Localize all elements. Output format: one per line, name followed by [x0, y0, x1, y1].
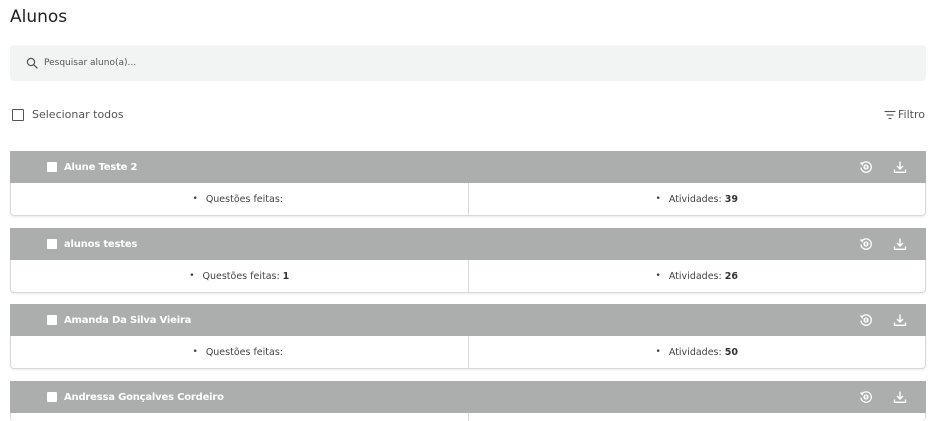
search-input[interactable]: [44, 58, 444, 68]
filter-button[interactable]: Filtro: [884, 108, 925, 121]
activities-label: Atividades:: [668, 270, 722, 282]
student-name: Alune Teste 2: [64, 161, 138, 173]
questions-stat: [11, 413, 468, 421]
questions-label: Questões feitas:: [202, 270, 280, 282]
activities-stat: • Atividades: 26: [467, 260, 926, 292]
activities-value: 39: [724, 193, 738, 205]
activities-value: 26: [724, 270, 738, 282]
student-card: alunos testes • Questões feitas: 1 • Ati…: [10, 228, 926, 293]
student-card-body: [10, 413, 926, 421]
student-card: Andressa Gonçalves Cordeiro: [10, 381, 926, 421]
questions-stat: • Questões feitas: 1: [189, 270, 290, 282]
search-icon: [26, 57, 38, 69]
activities-stat: [467, 413, 926, 421]
download-icon[interactable]: [893, 390, 907, 404]
student-checkbox[interactable]: [47, 239, 57, 249]
activities-stat: • Atividades: 50: [467, 336, 926, 368]
download-icon[interactable]: [893, 237, 907, 251]
student-card-body: • Questões feitas: • Atividades: 50: [10, 336, 926, 369]
student-name: Andressa Gonçalves Cordeiro: [64, 391, 224, 403]
student-card-body: • Questões feitas: 1 • Atividades: 26: [10, 260, 926, 293]
activities-label: Atividades:: [668, 346, 722, 358]
questions-stat: • Questões feitas:: [192, 193, 283, 205]
search-bar[interactable]: [10, 45, 926, 81]
questions-stat: • Questões feitas:: [192, 346, 283, 358]
page-title: Alunos: [10, 7, 68, 27]
student-card-header: Andressa Gonçalves Cordeiro: [10, 381, 926, 413]
activities-stat: • Atividades: 39: [467, 183, 926, 215]
questions-value: 1: [282, 270, 290, 282]
filter-label: Filtro: [898, 108, 925, 121]
student-checkbox[interactable]: [47, 392, 57, 402]
download-icon[interactable]: [893, 313, 907, 327]
questions-label: Questões feitas:: [205, 193, 283, 205]
activities-label: Atividades:: [668, 193, 722, 205]
select-all-checkbox[interactable]: Selecionar todos: [12, 108, 124, 121]
student-name: alunos testes: [64, 238, 138, 250]
filter-icon: [884, 110, 896, 119]
download-icon[interactable]: [893, 160, 907, 174]
student-card: Amanda Da Silva Vieira • Questões feitas…: [10, 304, 926, 369]
reset-icon[interactable]: [859, 160, 873, 174]
questions-label: Questões feitas:: [205, 346, 283, 358]
student-card-header: Alune Teste 2: [10, 151, 926, 183]
reset-icon[interactable]: [859, 390, 873, 404]
student-checkbox[interactable]: [47, 162, 57, 172]
student-card-body: • Questões feitas: • Atividades: 39: [10, 183, 926, 216]
reset-icon[interactable]: [859, 237, 873, 251]
activities-value: 50: [724, 346, 738, 358]
select-all-label: Selecionar todos: [32, 108, 124, 121]
student-checkbox[interactable]: [47, 315, 57, 325]
checkbox[interactable]: [12, 108, 24, 121]
reset-icon[interactable]: [859, 313, 873, 327]
student-name: Amanda Da Silva Vieira: [64, 314, 192, 326]
student-card-header: alunos testes: [10, 228, 926, 260]
student-card-header: Amanda Da Silva Vieira: [10, 304, 926, 336]
student-card: Alune Teste 2 • Questões feitas: • Ativi…: [10, 151, 926, 216]
